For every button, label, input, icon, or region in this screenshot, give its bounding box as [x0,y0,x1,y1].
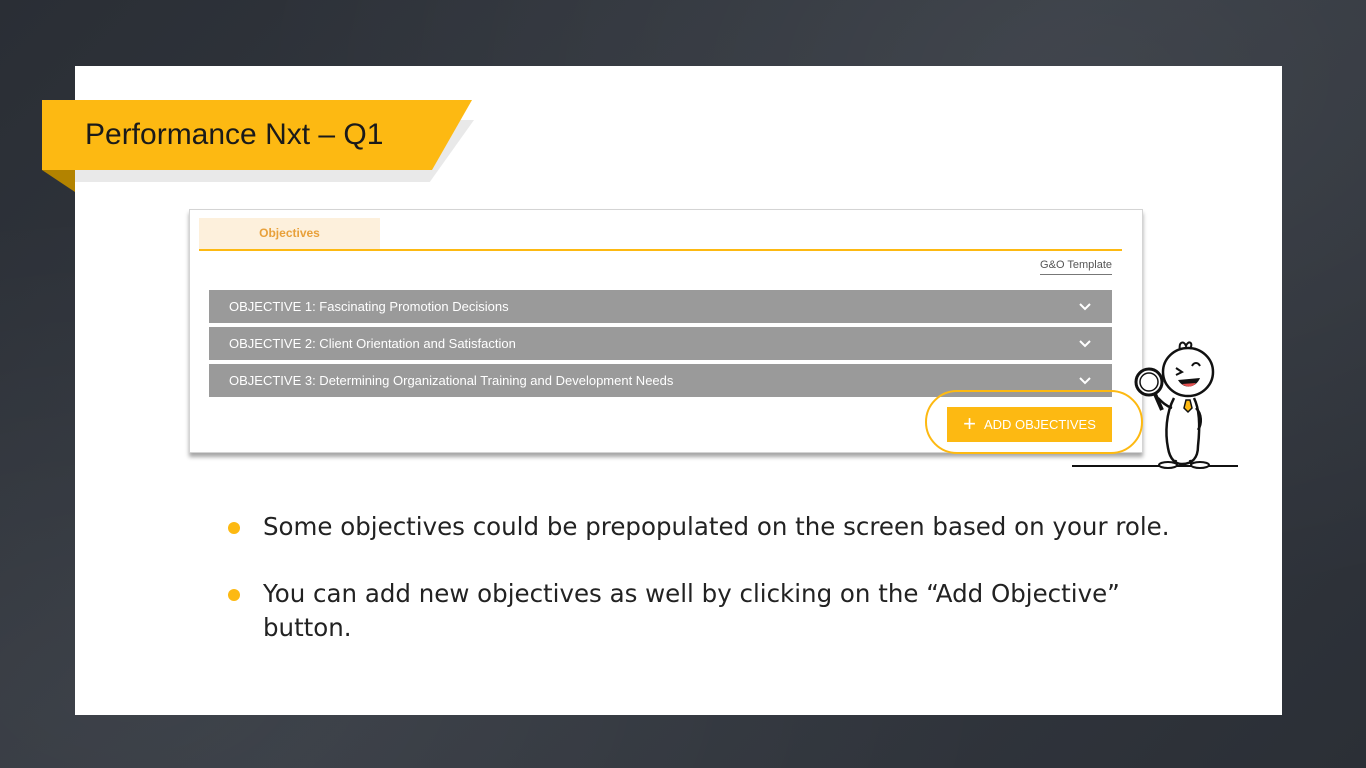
bullet-text: You can add new objectives as well by cl… [263,579,1120,642]
slide-title: Performance Nxt – Q1 [85,118,384,151]
bullet-item: Some objectives could be prepopulated on… [225,510,1215,544]
tab-underline [199,249,1122,251]
bullet-list: Some objectives could be prepopulated on… [225,510,1215,645]
objective-row-2[interactable]: OBJECTIVE 2: Client Orientation and Sati… [209,327,1112,360]
bullet-item: You can add new objectives as well by cl… [225,577,1215,645]
go-template-link[interactable]: G&O Template [1040,258,1112,275]
bullet-text: Some objectives could be prepopulated on… [263,512,1170,541]
objective-label: OBJECTIVE 2: Client Orientation and Sati… [229,336,516,351]
tab-objectives[interactable]: Objectives [199,218,380,249]
mascot-magnifier-illustration [1072,341,1238,469]
objective-label: OBJECTIVE 3: Determining Organizational … [229,373,674,388]
bullet-dot [228,522,240,534]
objective-row-1[interactable]: OBJECTIVE 1: Fascinating Promotion Decis… [209,290,1112,323]
bullet-dot [228,589,240,601]
objective-label: OBJECTIVE 1: Fascinating Promotion Decis… [229,299,509,314]
chevron-down-icon[interactable] [1078,290,1092,323]
